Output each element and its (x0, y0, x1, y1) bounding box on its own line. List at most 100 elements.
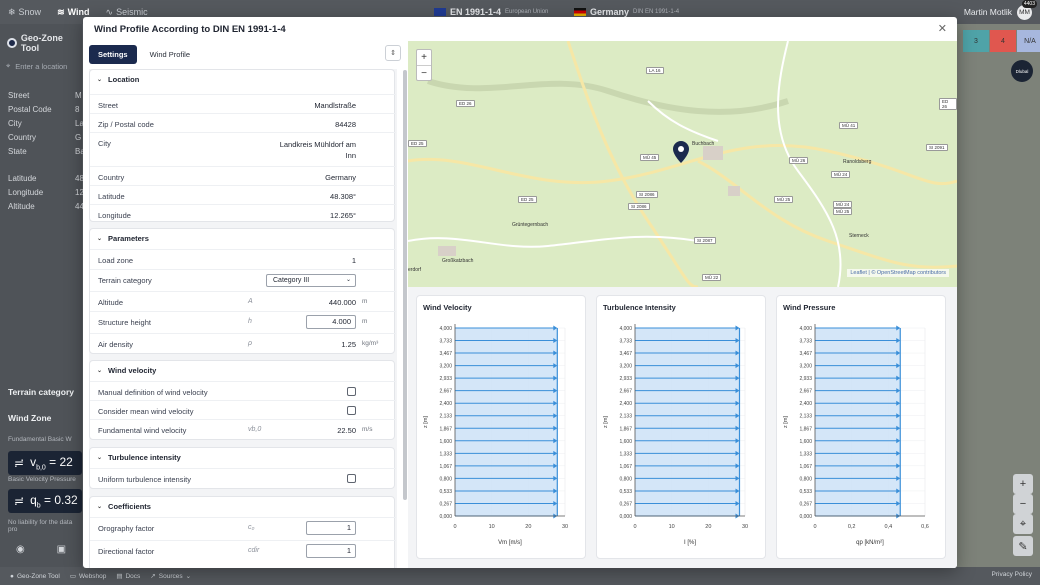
section-header-wind-velocity[interactable]: ⌄ Wind velocity (97, 361, 156, 379)
tab-settings[interactable]: Settings (89, 45, 137, 64)
profile-area (815, 328, 901, 516)
y-tick-label: 0,000 (619, 514, 632, 520)
cart-icon: ▭ (69, 573, 76, 580)
y-tick-label: 0,533 (619, 489, 632, 495)
y-tick-label: 1,867 (619, 426, 632, 432)
map-roads (408, 41, 957, 287)
y-tick-label: 4,000 (439, 326, 452, 332)
road-label: MÜ 25 (774, 196, 794, 203)
y-tick-label: 2,400 (799, 401, 812, 407)
chevron-down-icon: ⌄ (185, 573, 192, 580)
x-tick-label: 0,2 (848, 524, 856, 530)
x-tick-label: 30 (742, 524, 748, 530)
y-tick-label: 0,533 (799, 489, 812, 495)
y-tick-label: 3,200 (799, 364, 812, 370)
mean-wind-checkbox[interactable] (347, 406, 356, 415)
footer-link-docs[interactable]: ▤ Docs (106, 572, 140, 581)
user-name[interactable]: Martin Motlik (964, 7, 1012, 17)
terrain-category-select[interactable]: Category III ⌄ (266, 274, 356, 287)
location-search[interactable]: ⌖ Enter a location (6, 58, 82, 74)
y-tick-label: 1,333 (799, 451, 812, 457)
settings-scrollbar[interactable] (403, 70, 407, 500)
road-label: MÜ 26 (789, 157, 809, 164)
snowflake-icon: ❄ (8, 6, 16, 17)
road-label: LA 16 (646, 67, 664, 74)
measure-icon[interactable]: ✎ (1013, 536, 1033, 556)
y-tick-label: 3,467 (619, 351, 632, 357)
directional-input[interactable]: 1 (306, 544, 356, 558)
footer-link-sources[interactable]: ↗ Sources ⌄ (140, 572, 192, 581)
footer-link-webshop[interactable]: ▭ Webshop (60, 572, 107, 581)
row-load-zone: Load zone 1 (90, 249, 396, 269)
expand-collapse-icon[interactable]: ⇕ (385, 45, 401, 61)
privacy-policy-link[interactable]: Privacy Policy (992, 571, 1032, 578)
section-header-coefficients[interactable]: ⌄ Coefficients (97, 497, 151, 515)
y-tick-label: 0,000 (799, 514, 812, 520)
lp-label-city: City (8, 119, 22, 128)
logo-icon: ● (10, 572, 14, 580)
uniform-turbulence-checkbox[interactable] (347, 474, 356, 483)
road-label: ED 26 (456, 100, 475, 107)
chevron-down-icon: ⌄ (97, 367, 103, 374)
road-label: SI 2087 (694, 237, 716, 244)
y-tick-label: 3,467 (799, 351, 812, 357)
chart-wind-pressure: Wind Pressure 0 0,2 0,4 0,6 4,000 3,733 3,467 3… (776, 295, 946, 559)
lp-windzone-heading: Wind Zone (8, 413, 52, 423)
standard-eu-selector[interactable]: EN 1991-1-4 European Union (434, 7, 548, 17)
road-label: SI 2086 (636, 191, 658, 198)
y-tick-label: 0,267 (619, 501, 632, 507)
chevron-down-icon: ⌄ (97, 76, 103, 83)
manual-wind-checkbox[interactable] (347, 387, 356, 396)
lp-terrain-heading: Terrain category (8, 387, 74, 397)
standard-country-selector[interactable]: Germany DIN EN 1991-1-4 (574, 7, 679, 17)
row-fundamental-wind: Fundamental wind velocity vb,0 22.50 m/s (90, 419, 396, 441)
row-manual-wind: Manual definition of wind velocity (90, 381, 396, 400)
row-altitude: Altitude A 440.000 m (90, 291, 396, 311)
row-directional: Directional factor cdir 1 (90, 540, 396, 563)
structure-height-input[interactable]: 4.000 (306, 315, 356, 329)
zone-swatch-4: 4 (990, 30, 1016, 52)
eu-flag-icon (434, 8, 446, 16)
chevron-down-icon: ⌄ (97, 503, 103, 510)
y-tick-label: 0,533 (439, 489, 452, 495)
vb-badge: ≓ vb,0 = 22 (8, 451, 82, 475)
chevron-down-icon: ⌄ (345, 277, 351, 283)
y-tick-label: 1,600 (799, 439, 812, 445)
dialog-title: Wind Profile According to DIN EN 1991-1-… (94, 24, 286, 35)
camera-icon[interactable]: ◉ (16, 544, 25, 555)
chart-wind-velocity: Wind Velocity 0 10 20 30 4,000 3,733 3,467 3,20… (416, 295, 586, 559)
tab-snow[interactable]: ❄ Snow (0, 7, 49, 18)
section-header-location[interactable]: ⌄ Location (97, 70, 139, 88)
footer-link-tool[interactable]: ● Geo-Zone Tool (0, 573, 60, 580)
zoom-in-button[interactable]: + (417, 50, 431, 65)
map-place-label: Großkatzbach (442, 258, 474, 264)
y-tick-label: 1,067 (439, 464, 452, 470)
zoom-out-button[interactable]: − (417, 65, 431, 80)
y-tick-label: 4,000 (619, 326, 632, 332)
map-attribution[interactable]: Leaflet | © OpenStreetMap contributors (847, 269, 949, 277)
chart-svg-2: 0 0,2 0,4 0,6 4,000 3,733 3,467 3,200 2,933 2,667… (783, 324, 929, 546)
close-icon[interactable]: ✕ (938, 22, 947, 35)
y-tick-label: 1,333 (439, 451, 452, 457)
map-zoom-in-button[interactable]: + (1013, 474, 1033, 494)
section-header-turbulence[interactable]: ⌄ Turbulence intensity (97, 448, 181, 466)
tab-wind[interactable]: ≋ Wind (49, 7, 97, 18)
section-header-parameters[interactable]: ⌄ Parameters (97, 229, 149, 247)
save-icon[interactable]: ▣ (57, 544, 66, 555)
chart-turbulence-intensity: Turbulence Intensity 0 10 20 30 4,000 3,733 3,… (596, 295, 766, 559)
tab-seismic[interactable]: ∿ Seismic (98, 7, 156, 18)
x-tick-label: 30 (562, 524, 568, 530)
y-tick-label: 3,200 (619, 364, 632, 370)
y-tick-label: 2,933 (799, 376, 812, 382)
settings-panel: ⌄ Location Street Mandlstraße Zip / Postal… (89, 69, 397, 568)
x-axis-label: Vm [m/s] (498, 540, 522, 546)
lp-fund-label: Fundamental Basic W (8, 436, 72, 443)
tab-wind-profile[interactable]: Wind Profile (141, 45, 199, 64)
road-label: MÜ 41 (839, 122, 859, 129)
locate-icon[interactable]: ⌖ (1013, 514, 1033, 534)
location-map[interactable]: + − Buchbach Ranoldsberg Grüntegernbach … (408, 41, 957, 287)
road-label: ED 25 (518, 196, 537, 203)
orography-input[interactable]: 1 (306, 521, 356, 535)
lp-label-altitude: Altitude (8, 202, 35, 211)
map-zoom-out-button[interactable]: − (1013, 494, 1033, 514)
